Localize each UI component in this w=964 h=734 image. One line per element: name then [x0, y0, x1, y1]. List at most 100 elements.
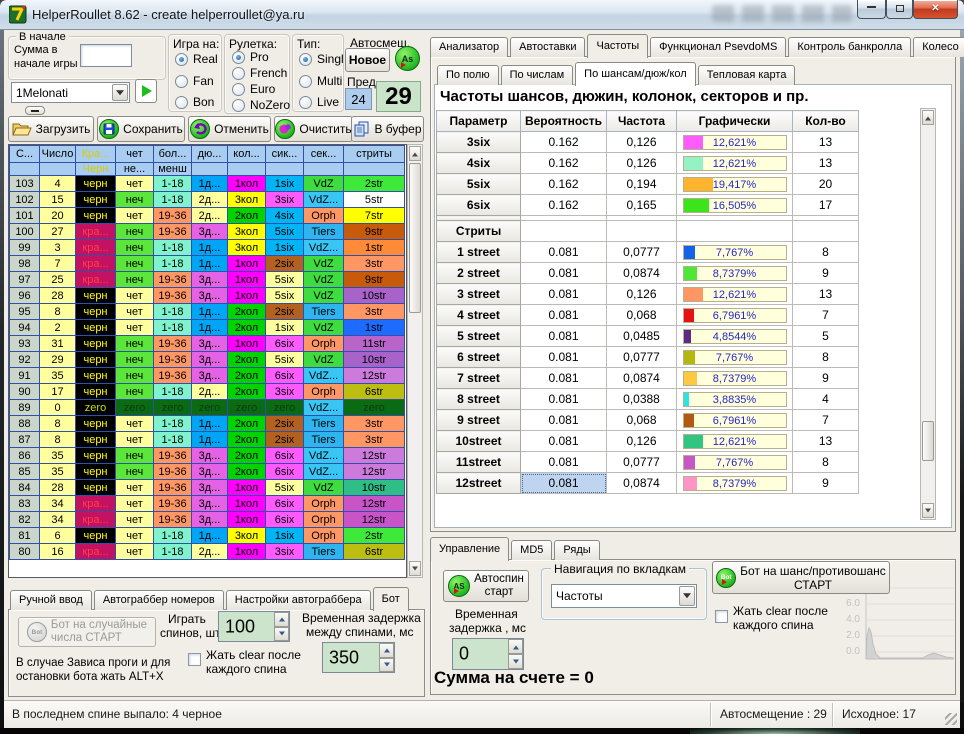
hist-cell[interactable]: кра...	[76, 544, 116, 560]
freq-bar-cell[interactable]: 6,7961%	[677, 305, 793, 326]
freq-cell[interactable]: 0.081	[521, 368, 607, 389]
radio-live[interactable]: Live	[299, 95, 339, 109]
freq-bar-cell[interactable]: 16,505%	[677, 195, 793, 216]
freq-cell[interactable]: 0.081	[521, 347, 607, 368]
freq-header-cell[interactable]: Параметр	[437, 111, 521, 132]
hist-cell[interactable]: 89	[10, 400, 40, 416]
scroll-up-icon[interactable]	[409, 146, 421, 161]
hist-cell[interactable]: 95	[10, 304, 40, 320]
tab-Тепловая карта[interactable]: Тепловая карта	[698, 65, 796, 85]
hist-cell[interactable]: 19-36	[154, 512, 192, 528]
freq-header-cell[interactable]: Частота	[607, 111, 677, 132]
hist-cell[interactable]: 3six	[266, 192, 304, 208]
tab-По полю[interactable]: По полю	[437, 65, 499, 85]
hist-cell[interactable]: 8	[40, 304, 76, 320]
tab-Настройки автограббера[interactable]: Настройки автограббера	[226, 590, 371, 610]
maximize-button[interactable]	[886, 0, 913, 19]
hist-cell[interactable]: 1кол	[228, 256, 266, 272]
freq-bar-cell[interactable]: 12,621%	[677, 284, 793, 305]
freq-cell[interactable]: 8	[793, 347, 859, 368]
freq-cell[interactable]: 0,0874	[607, 473, 677, 494]
hist-cell[interactable]: черн	[76, 448, 116, 464]
undo-button[interactable]: Отменить	[188, 116, 271, 142]
radio-fan[interactable]: Fan	[175, 74, 214, 88]
as-badge-icon[interactable]: As	[395, 46, 420, 71]
radio-bon[interactable]: Bon	[175, 95, 214, 109]
freq-cell[interactable]: 0.081	[521, 452, 607, 473]
radio-french[interactable]: French	[232, 66, 287, 80]
hist-cell[interactable]: zero	[76, 400, 116, 416]
hist-cell[interactable]: zero	[266, 400, 304, 416]
freq-cell[interactable]: 3 street	[437, 284, 521, 305]
hist-cell[interactable]: 12str	[344, 464, 405, 480]
hist-header-cell[interactable]: Кра...	[76, 146, 116, 163]
hist-cell[interactable]: 2кол	[228, 416, 266, 432]
freq-cell[interactable]: 4 street	[437, 305, 521, 326]
preset-combobox[interactable]: 1Melonati	[11, 82, 130, 103]
hist-cell[interactable]: чет	[116, 512, 154, 528]
freq-cell[interactable]: 13	[793, 284, 859, 305]
hist-cell[interactable]: 2кол	[228, 304, 266, 320]
radio-pro[interactable]: Pro	[232, 50, 269, 64]
hist-cell[interactable]: 3д...	[192, 448, 228, 464]
freq-bar-cell[interactable]: 8,7379%	[677, 368, 793, 389]
hist-cell[interactable]: 3д...	[192, 272, 228, 288]
hist-cell[interactable]: 12str	[344, 368, 405, 384]
hist-cell[interactable]: 98	[10, 256, 40, 272]
freq-bar-cell[interactable]: 19,417%	[677, 174, 793, 195]
hist-cell[interactable]: 4six	[266, 208, 304, 224]
hist-cell[interactable]: 35	[40, 464, 76, 480]
tab-Контроль банкролла[interactable]: Контроль банкролла	[788, 37, 911, 57]
hist-cell[interactable]: 19-36	[154, 448, 192, 464]
freq-header-cell[interactable]: Вероятность	[521, 111, 607, 132]
hist-cell[interactable]: 3str	[344, 416, 405, 432]
freq-cell[interactable]: 0.162	[521, 132, 607, 153]
hist-cell[interactable]: 6six	[266, 464, 304, 480]
hist-cell[interactable]: 2six	[266, 256, 304, 272]
hist-cell[interactable]: 7	[40, 256, 76, 272]
copy-buffer-button[interactable]: В буфер	[351, 116, 424, 142]
resize-grip[interactable]	[945, 713, 957, 725]
hist-cell[interactable]: 3кол	[228, 192, 266, 208]
freq-cell[interactable]: 5six	[437, 174, 521, 195]
hist-cell[interactable]: 1str	[344, 320, 405, 336]
hist-cell[interactable]: 86	[10, 448, 40, 464]
hist-cell[interactable]: чет	[116, 176, 154, 192]
hist-cell[interactable]: 31	[40, 336, 76, 352]
hist-cell[interactable]: 80	[10, 544, 40, 560]
hist-cell[interactable]: черн	[76, 384, 116, 400]
hist-cell[interactable]: 3д...	[192, 464, 228, 480]
hist-cell[interactable]: 92	[10, 352, 40, 368]
hist-cell[interactable]: 2д...	[192, 384, 228, 400]
hist-cell[interactable]: 1str	[344, 240, 405, 256]
hist-cell[interactable]: неч	[116, 464, 154, 480]
hist-cell[interactable]: 25	[40, 272, 76, 288]
hist-cell[interactable]: 3	[40, 240, 76, 256]
hist-cell[interactable]: 3six	[266, 544, 304, 560]
hist-header-cell[interactable]	[266, 163, 304, 176]
hist-cell[interactable]: неч	[116, 448, 154, 464]
freq-cell[interactable]: 0.162	[521, 195, 607, 216]
hist-cell[interactable]: 2д...	[192, 192, 228, 208]
minimize-button[interactable]	[857, 0, 886, 19]
hist-cell[interactable]: 94	[10, 320, 40, 336]
hist-cell[interactable]: 2six	[266, 304, 304, 320]
hist-cell[interactable]: 6six	[266, 336, 304, 352]
hist-cell[interactable]: чет	[116, 544, 154, 560]
start-sum-input[interactable]	[80, 44, 132, 67]
autospin-start-button[interactable]: AS Автоспинстарт	[443, 570, 529, 602]
hist-cell[interactable]: 82	[10, 512, 40, 528]
history-scrollbar[interactable]	[407, 144, 423, 578]
hist-cell[interactable]: 1кол	[228, 272, 266, 288]
hist-cell[interactable]: 1-18	[154, 416, 192, 432]
hist-cell[interactable]: 5six	[266, 480, 304, 496]
stepper-down-icon[interactable]	[274, 627, 289, 642]
delay-stepper[interactable]: 0	[452, 638, 524, 670]
freq-cell[interactable]: 1 street	[437, 242, 521, 263]
freq-cell[interactable]: 0,165	[607, 195, 677, 216]
hist-cell[interactable]: 19-36	[154, 496, 192, 512]
hist-cell[interactable]: 6six	[266, 368, 304, 384]
hist-cell[interactable]: 1д...	[192, 320, 228, 336]
hist-cell[interactable]: Orph	[304, 336, 344, 352]
hist-cell[interactable]: 1д...	[192, 256, 228, 272]
